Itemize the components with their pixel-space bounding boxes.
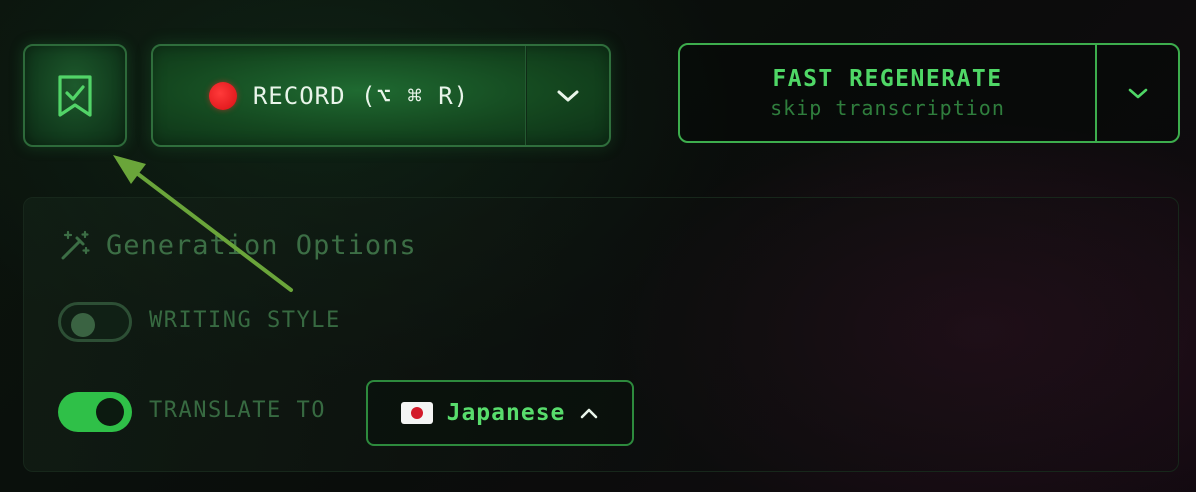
- record-button[interactable]: RECORD (⌥ ⌘ R): [153, 46, 525, 145]
- toggle-knob: [71, 313, 95, 337]
- record-split-button: RECORD (⌥ ⌘ R): [151, 44, 611, 147]
- chevron-up-icon: [581, 408, 598, 419]
- record-label: RECORD (⌥ ⌘ R): [252, 81, 470, 110]
- chevron-down-icon: [1128, 88, 1147, 98]
- language-select[interactable]: Japanese: [366, 380, 634, 446]
- magic-wand-icon: [61, 230, 90, 260]
- translate-toggle[interactable]: [58, 392, 132, 432]
- writing-style-label: WRITING STYLE: [149, 308, 341, 333]
- bookmark-check-icon: [58, 74, 92, 117]
- japan-flag-icon: [400, 402, 433, 424]
- translate-to-label: TRANSLATE TO: [149, 398, 326, 423]
- fast-regenerate-button[interactable]: FAST REGENERATE skip transcription: [680, 45, 1095, 141]
- language-value: Japanese: [446, 400, 566, 426]
- fast-regenerate-title: FAST REGENERATE: [772, 66, 1003, 92]
- writing-style-toggle[interactable]: [58, 302, 132, 342]
- chevron-down-icon: [557, 90, 579, 101]
- record-options-button[interactable]: [527, 46, 609, 145]
- toggle-knob: [96, 398, 124, 426]
- fast-regenerate-split-button: FAST REGENERATE skip transcription: [678, 43, 1180, 143]
- fast-regenerate-subtitle: skip transcription: [770, 96, 1005, 120]
- record-dot-icon: [208, 81, 237, 110]
- generation-options-title: Generation Options: [106, 229, 417, 261]
- fast-regenerate-options-button[interactable]: [1097, 45, 1178, 141]
- generation-options-header: Generation Options: [58, 226, 417, 264]
- bookmark-button[interactable]: [23, 44, 127, 147]
